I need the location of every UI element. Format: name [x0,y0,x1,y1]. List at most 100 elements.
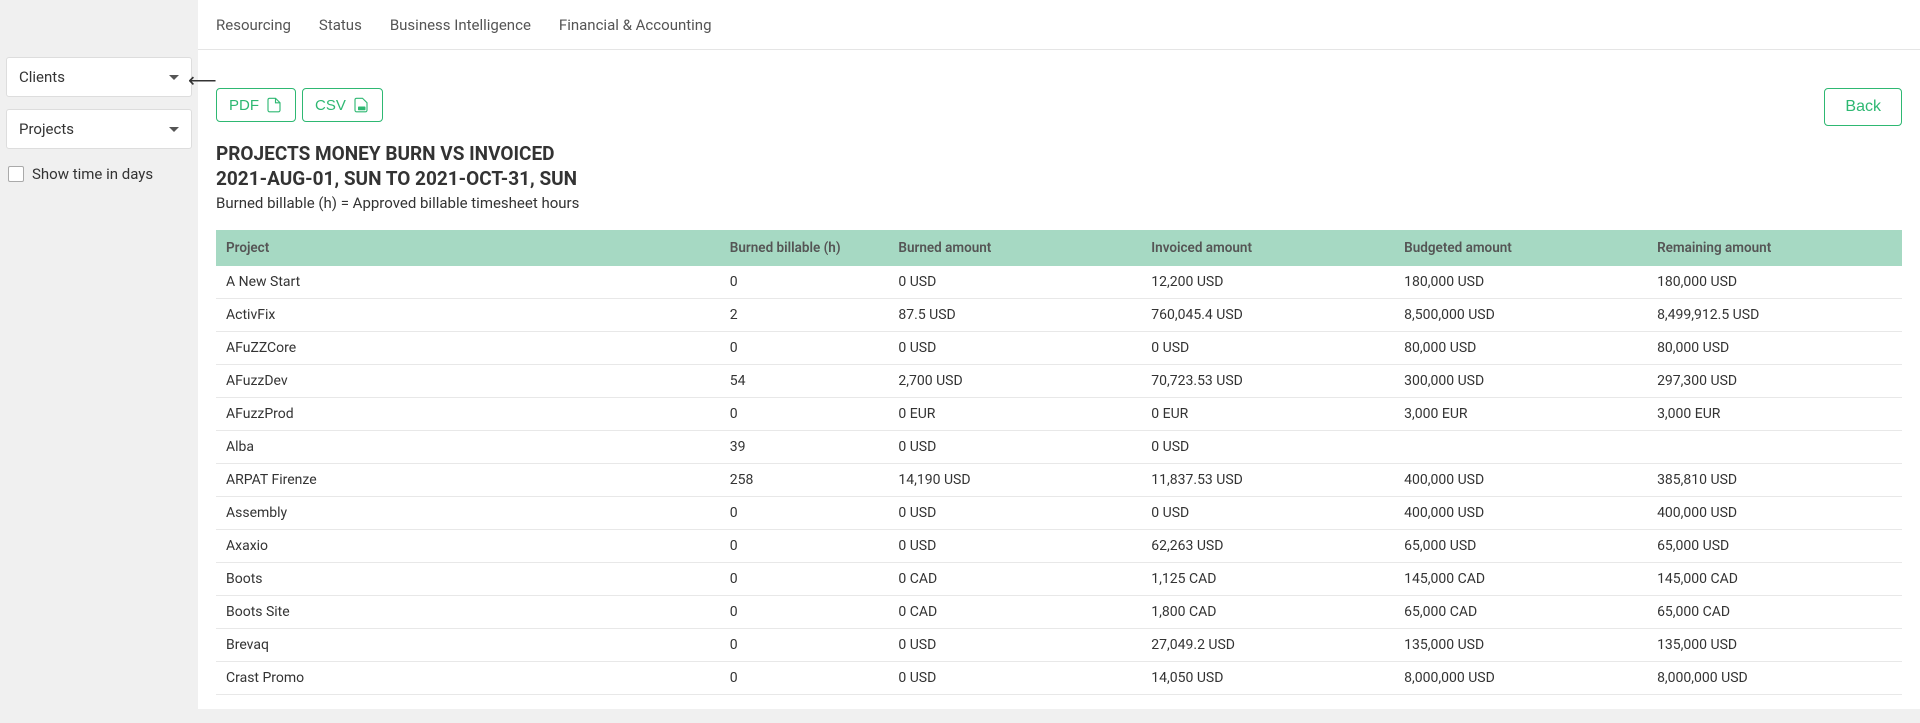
table-row: Crast Promo00 USD14,050 USD8,000,000 USD… [216,662,1902,695]
cell-budgeted: 180,000 USD [1396,266,1649,299]
cell-burned: 0 USD [890,662,1143,695]
cell-remaining: 180,000 USD [1649,266,1902,299]
cell-invoiced: 0 USD [1143,431,1396,464]
export-pdf-button[interactable]: PDF [216,88,296,122]
cell-invoiced: 0 USD [1143,497,1396,530]
cell-hours: 0 [722,596,891,629]
cell-budgeted: 65,000 CAD [1396,596,1649,629]
report-note: Burned billable (h) = Approved billable … [216,194,1902,212]
csv-label: CSV [315,97,346,114]
cell-invoiced: 70,723.53 USD [1143,365,1396,398]
back-button[interactable]: Back [1824,88,1902,126]
cell-project: A New Start [216,266,722,299]
tab-financial-accounting[interactable]: Financial & Accounting [559,8,712,42]
column-header: Remaining amount [1649,230,1902,266]
table-row: A New Start00 USD12,200 USD180,000 USD18… [216,266,1902,299]
cell-burned: 0 USD [890,431,1143,464]
cell-hours: 0 [722,398,891,431]
export-csv-button[interactable]: CSV [302,88,383,122]
clients-dropdown[interactable]: Clients [6,57,192,97]
cell-invoiced: 11,837.53 USD [1143,464,1396,497]
cell-remaining: 400,000 USD [1649,497,1902,530]
cell-remaining: 3,000 EUR [1649,398,1902,431]
clients-dropdown-label: Clients [19,68,65,86]
cell-budgeted: 65,000 USD [1396,530,1649,563]
cell-hours: 0 [722,629,891,662]
table-row: Boots Site00 CAD1,800 CAD65,000 CAD65,00… [216,596,1902,629]
report-table: ProjectBurned billable (h)Burned amountI… [216,230,1902,695]
cell-remaining: 135,000 USD [1649,629,1902,662]
cell-remaining: 65,000 USD [1649,530,1902,563]
cell-remaining [1649,431,1902,464]
show-time-in-days-checkbox[interactable]: Show time in days [6,161,192,187]
cell-hours: 0 [722,662,891,695]
cell-hours: 0 [722,563,891,596]
table-row: AFuzzDev542,700 USD70,723.53 USD300,000 … [216,365,1902,398]
cell-remaining: 8,000,000 USD [1649,662,1902,695]
tab-resourcing[interactable]: Resourcing [216,8,291,42]
cell-remaining: 297,300 USD [1649,365,1902,398]
cell-burned: 0 CAD [890,596,1143,629]
back-label: Back [1845,98,1881,115]
cell-invoiced: 1,800 CAD [1143,596,1396,629]
column-header: Budgeted amount [1396,230,1649,266]
table-row: Boots00 CAD1,125 CAD145,000 CAD145,000 C… [216,563,1902,596]
cell-burned: 0 USD [890,497,1143,530]
cell-remaining: 145,000 CAD [1649,563,1902,596]
cell-project: AFuzzProd [216,398,722,431]
cell-project: AFuZZCore [216,332,722,365]
table-body: A New Start00 USD12,200 USD180,000 USD18… [216,266,1902,695]
report-title: PROJECTS MONEY BURN VS INVOICED [216,142,1902,165]
cell-project: Boots [216,563,722,596]
cell-hours: 0 [722,266,891,299]
cell-budgeted: 400,000 USD [1396,464,1649,497]
cell-budgeted: 8,500,000 USD [1396,299,1649,332]
cell-project: AFuzzDev [216,365,722,398]
cell-budgeted [1396,431,1649,464]
cell-burned: 0 USD [890,266,1143,299]
cell-burned: 0 USD [890,332,1143,365]
cell-hours: 0 [722,332,891,365]
cell-project: Brevaq [216,629,722,662]
cell-hours: 2 [722,299,891,332]
sidebar: Clients Projects Show time in days [0,0,198,709]
projects-dropdown[interactable]: Projects [6,109,192,149]
pdf-icon [265,96,283,114]
cell-project: ActivFix [216,299,722,332]
cell-invoiced: 0 EUR [1143,398,1396,431]
cell-invoiced: 1,125 CAD [1143,563,1396,596]
table-row: AFuZZCore00 USD0 USD80,000 USD80,000 USD [216,332,1902,365]
cell-budgeted: 400,000 USD [1396,497,1649,530]
pdf-label: PDF [229,97,259,114]
tab-status[interactable]: Status [319,8,362,42]
cell-burned: 2,700 USD [890,365,1143,398]
cell-hours: 0 [722,497,891,530]
cell-project: Alba [216,431,722,464]
chevron-down-icon [169,75,179,80]
checkbox-icon [8,166,24,182]
column-header: Project [216,230,722,266]
cell-project: Boots Site [216,596,722,629]
table-row: Assembly00 USD0 USD400,000 USD400,000 US… [216,497,1902,530]
cell-remaining: 80,000 USD [1649,332,1902,365]
column-header: Invoiced amount [1143,230,1396,266]
collapse-sidebar-icon[interactable]: ⟵ [184,68,221,92]
cell-project: Axaxio [216,530,722,563]
cell-remaining: 385,810 USD [1649,464,1902,497]
cell-hours: 258 [722,464,891,497]
cell-hours: 0 [722,530,891,563]
cell-budgeted: 135,000 USD [1396,629,1649,662]
cell-invoiced: 12,200 USD [1143,266,1396,299]
tab-business-intelligence[interactable]: Business Intelligence [390,8,531,42]
cell-budgeted: 8,000,000 USD [1396,662,1649,695]
cell-project: Crast Promo [216,662,722,695]
cell-budgeted: 145,000 CAD [1396,563,1649,596]
show-days-label: Show time in days [32,165,153,183]
cell-burned: 0 EUR [890,398,1143,431]
cell-invoiced: 760,045.4 USD [1143,299,1396,332]
cell-hours: 39 [722,431,891,464]
cell-remaining: 65,000 CAD [1649,596,1902,629]
column-header: Burned amount [890,230,1143,266]
cell-burned: 87.5 USD [890,299,1143,332]
cell-burned: 14,190 USD [890,464,1143,497]
